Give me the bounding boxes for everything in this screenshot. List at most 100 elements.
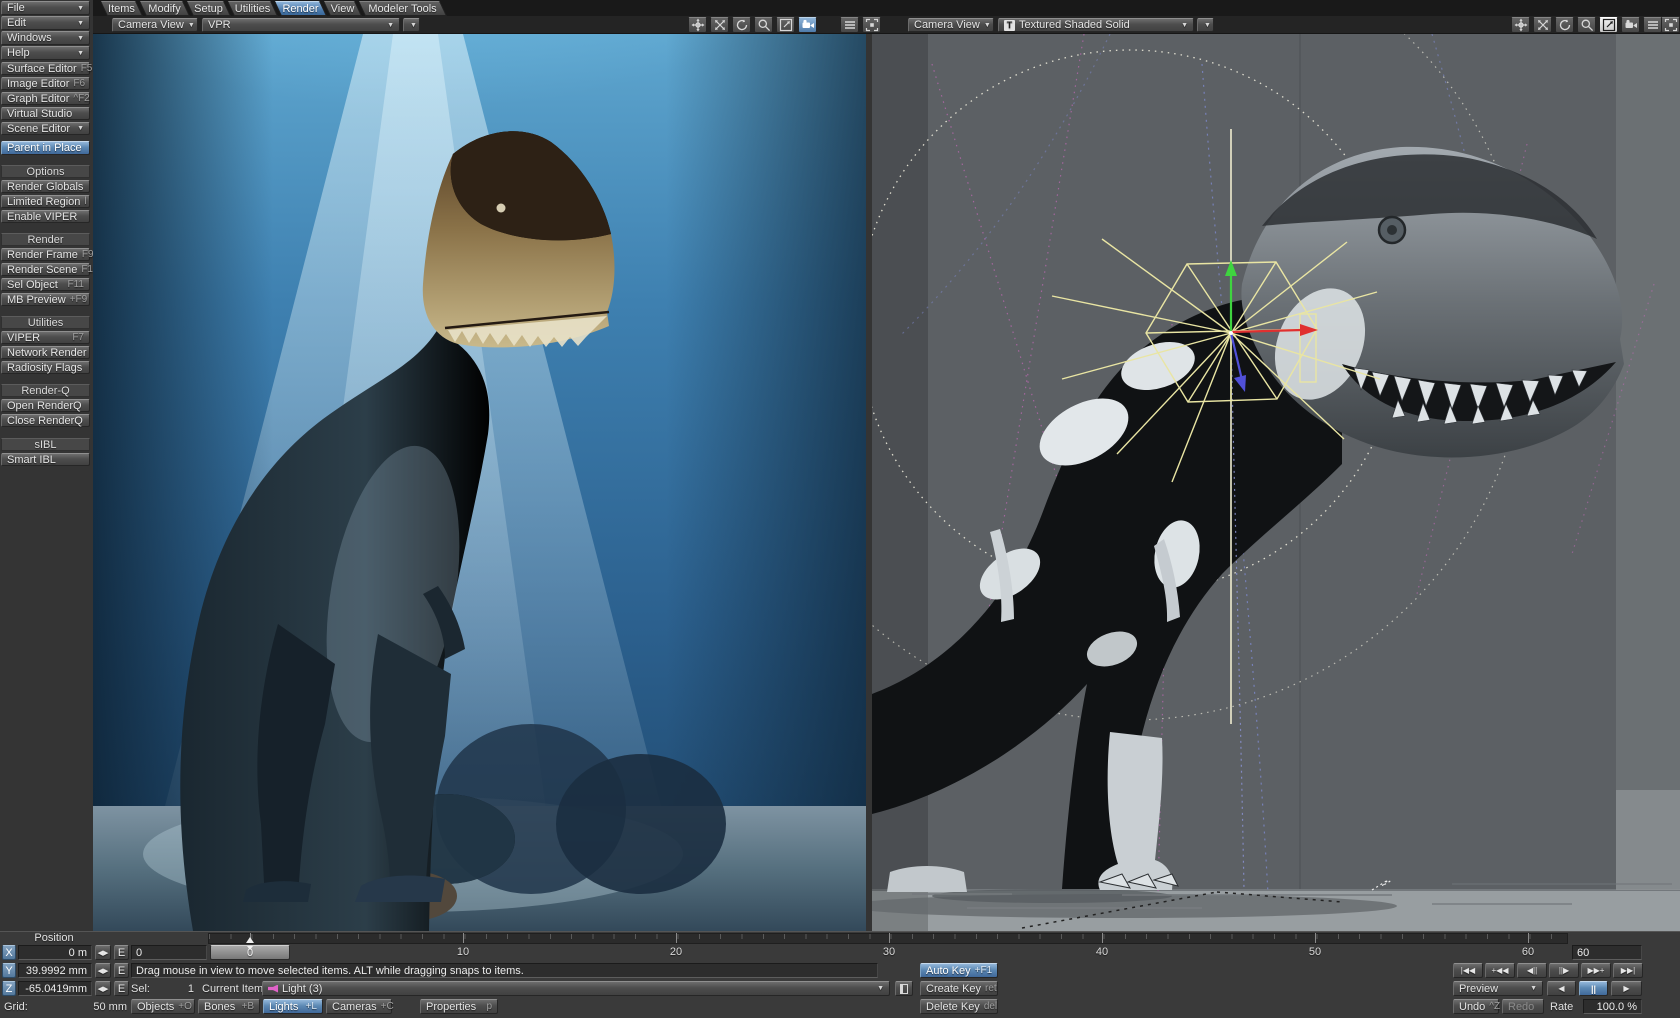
item-tab-cameras[interactable]: Cameras+C	[326, 999, 392, 1014]
pause-button[interactable]: ||	[1579, 981, 1608, 996]
frame-slider-handle[interactable]: 0	[210, 945, 290, 960]
current-frame-field[interactable]: 0	[131, 945, 207, 960]
close-renderq-button[interactable]: Close RenderQ	[1, 414, 90, 427]
scene-editor-button[interactable]: Scene Editor ▼	[1, 122, 90, 135]
left-rotate-tool-button[interactable]	[732, 17, 751, 33]
image-editor-button[interactable]: Image Editor F6	[1, 77, 90, 90]
mb-preview-button[interactable]: MB Preview +F9	[1, 293, 90, 306]
position-z-stepper[interactable]: ◀▶	[95, 981, 111, 996]
current-frame-marker[interactable]	[246, 937, 254, 943]
sel-object-button[interactable]: Sel Object F11	[1, 278, 90, 291]
left-camera-view-button[interactable]	[798, 17, 817, 33]
position-z-field[interactable]: -65.0419mm	[18, 981, 92, 996]
render-frame-button[interactable]: Render Frame F9	[1, 248, 90, 261]
last-frame-field[interactable]: 60	[1572, 945, 1642, 960]
menu-windows[interactable]: Windows ▼	[1, 31, 90, 45]
menu-edit[interactable]: Edit ▼	[1, 16, 90, 30]
auto-key-button[interactable]: Auto Key+F1	[920, 963, 998, 978]
tab-render[interactable]: Render	[274, 1, 327, 16]
position-y-envelope-button[interactable]: E	[114, 963, 129, 978]
position-x-stepper[interactable]: ◀▶	[95, 945, 111, 960]
left-fit-view-button[interactable]	[776, 17, 795, 33]
sel-count: 1	[158, 981, 194, 996]
render-globals-button[interactable]: Render Globals	[1, 180, 90, 193]
item-tab-properties[interactable]: Propertiesp	[420, 999, 498, 1014]
parent-in-place-button[interactable]: Parent in Place	[1, 141, 90, 155]
left-move-tool-button[interactable]	[710, 17, 729, 33]
surface-editor-button[interactable]: Surface Editor F5	[1, 62, 90, 75]
previous-key-button[interactable]: +◀◀	[1485, 963, 1515, 978]
shortcut: del	[980, 1001, 997, 1012]
next-key-button[interactable]: ▶▶+	[1581, 963, 1611, 978]
left-right-arrows-icon: ◀▶	[98, 967, 109, 975]
grid-label: Grid:	[4, 999, 28, 1014]
right-pan-tool-button[interactable]	[1511, 17, 1530, 33]
right-render-mode-dropdown[interactable]: T Textured Shaded Solid ▼	[998, 18, 1194, 32]
position-y-stepper[interactable]: ◀▶	[95, 963, 111, 978]
rate-field[interactable]: 100.0 %	[1583, 999, 1642, 1014]
play-reverse-button[interactable]: ◀	[1547, 981, 1576, 996]
radiosity-flags-button[interactable]: Radiosity Flags	[1, 361, 90, 374]
menu-file[interactable]: File ▼	[1, 1, 90, 15]
right-camera-view-button[interactable]	[1621, 17, 1640, 33]
item-list-panel-button[interactable]	[895, 981, 913, 996]
right-move-tool-button[interactable]	[1533, 17, 1552, 33]
left-viewport-options-button[interactable]	[840, 17, 859, 33]
position-x-envelope-button[interactable]: E	[114, 945, 129, 960]
create-key-button[interactable]: Create Keyret	[920, 981, 998, 996]
network-render-button[interactable]: Network Render	[1, 346, 90, 359]
next-frame-button[interactable]: ||▶	[1549, 963, 1579, 978]
tab-modeler-tools[interactable]: Modeler Tools	[358, 1, 447, 16]
right-maximize-viewport-button[interactable]	[1661, 17, 1680, 33]
viewport-left-canvas[interactable]	[93, 34, 866, 931]
item-tab-objects[interactable]: Objects+O	[131, 999, 195, 1014]
tab-utilities[interactable]: Utilities	[227, 1, 278, 16]
axis-x-toggle[interactable]: X	[2, 945, 16, 960]
right-viewport-menu-button[interactable]: ▼	[1197, 18, 1214, 32]
graph-editor-button[interactable]: Graph Editor ^F2	[1, 92, 90, 105]
undo-button[interactable]: Undo^Z	[1453, 999, 1499, 1014]
right-rotate-tool-button[interactable]	[1555, 17, 1574, 33]
tab-view[interactable]: View	[323, 1, 362, 16]
left-view-type-dropdown[interactable]: Camera View ▼	[112, 18, 198, 32]
enable-viper-button[interactable]: Enable VIPER	[1, 210, 90, 223]
redo-button[interactable]: Redo	[1502, 999, 1544, 1014]
left-render-mode-dropdown[interactable]: VPR ▼	[202, 18, 400, 32]
delete-key-button[interactable]: Delete Keydel	[920, 999, 998, 1014]
play-button[interactable]: ▶	[1611, 981, 1642, 996]
left-viewport-menu-button[interactable]: ▼	[403, 18, 420, 32]
position-x-field[interactable]: 0 m	[18, 945, 92, 960]
virtual-studio-button[interactable]: Virtual Studio	[1, 107, 90, 120]
item-tab-bones[interactable]: Bones+B	[198, 999, 260, 1014]
left-pan-tool-button[interactable]	[688, 17, 707, 33]
position-y-field[interactable]: 39.9992 mm	[18, 963, 92, 978]
go-to-start-button[interactable]: |◀◀	[1453, 963, 1483, 978]
previous-frame-button[interactable]: ◀||	[1517, 963, 1547, 978]
timeline-ruler[interactable]	[208, 933, 1568, 944]
right-fit-view-button[interactable]	[1599, 17, 1618, 33]
right-viewport-options-button[interactable]	[1643, 17, 1662, 33]
tab-modify[interactable]: Modify	[139, 1, 190, 16]
position-x-value: 0 m	[69, 947, 87, 959]
tab-items[interactable]: Items	[100, 1, 143, 16]
limited-region-button[interactable]: Limited Region l	[1, 195, 90, 208]
right-zoom-tool-button[interactable]	[1577, 17, 1596, 33]
left-maximize-viewport-button[interactable]	[862, 17, 881, 33]
preview-dropdown[interactable]: Preview ▼	[1453, 981, 1543, 996]
item-tab-lights[interactable]: Lights+L	[263, 999, 323, 1014]
render-scene-button[interactable]: Render Scene F10	[1, 263, 90, 276]
frame-slider-track[interactable]: 0 10 20 30 40 50 60 0	[210, 945, 1568, 960]
smart-ibl-button[interactable]: Smart IBL	[1, 453, 90, 466]
axis-y-toggle[interactable]: Y	[2, 963, 16, 978]
viper-button[interactable]: VIPER F7	[1, 331, 90, 344]
open-renderq-button[interactable]: Open RenderQ	[1, 399, 90, 412]
current-item-dropdown[interactable]: Light (3) ▼	[262, 981, 890, 996]
position-z-envelope-button[interactable]: E	[114, 981, 129, 996]
left-zoom-tool-button[interactable]	[754, 17, 773, 33]
go-to-end-button[interactable]: ▶▶|	[1613, 963, 1643, 978]
viewport-right-canvas[interactable]	[872, 34, 1680, 931]
menu-help[interactable]: Help ▼	[1, 46, 90, 60]
right-view-type-dropdown[interactable]: Camera View ▼	[908, 18, 994, 32]
axis-z-toggle[interactable]: Z	[2, 981, 16, 996]
tab-setup[interactable]: Setup	[186, 1, 231, 16]
